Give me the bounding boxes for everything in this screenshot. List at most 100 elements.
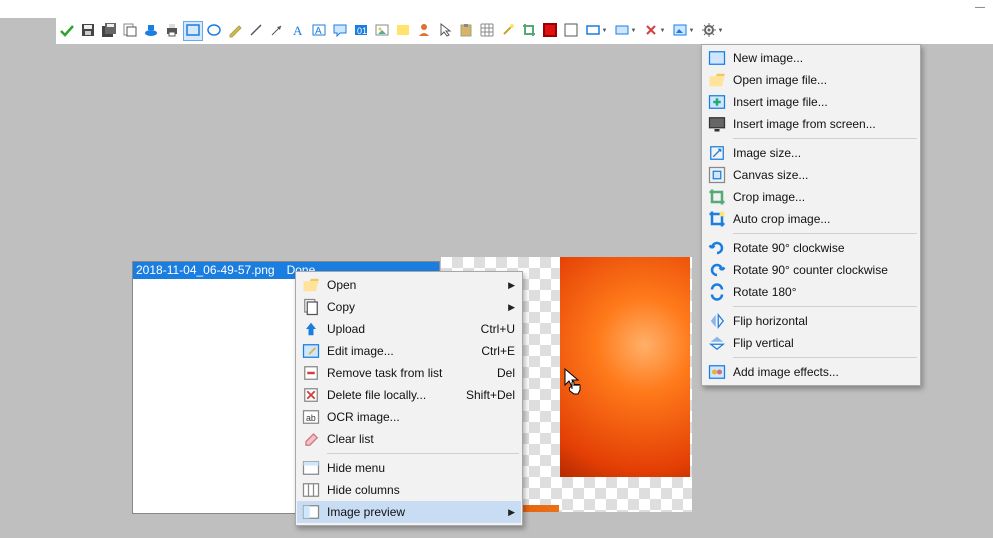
image-menu-item[interactable]: New image...	[703, 47, 919, 69]
pointer-icon	[437, 22, 453, 41]
grid-icon	[479, 22, 495, 41]
image-menu-button[interactable]: ▼	[670, 22, 696, 40]
context-menu-item[interactable]: Hide menu	[297, 457, 521, 479]
image-menu-item[interactable]: Image size...	[703, 142, 919, 164]
menu-separator	[327, 453, 519, 454]
image-menu-item[interactable]: Rotate 90° clockwise	[703, 237, 919, 259]
pencil-button[interactable]	[226, 22, 244, 40]
image-menu-item[interactable]: Insert image from screen...	[703, 113, 919, 135]
menu-item-label: Insert image file...	[733, 95, 913, 109]
save-all-button[interactable]	[100, 22, 118, 40]
task-context-menu: Open▶Copy▶UploadCtrl+UEdit image...Ctrl+…	[295, 271, 523, 526]
context-menu-item[interactable]: Hide columns	[297, 479, 521, 501]
context-menu-item[interactable]: Copy▶	[297, 296, 521, 318]
person-icon	[416, 22, 432, 41]
flip-h-icon	[707, 313, 727, 329]
image-menu-item[interactable]: Flip vertical	[703, 332, 919, 354]
svg-text:A: A	[315, 26, 322, 37]
menu-item-label: New image...	[733, 51, 913, 65]
menu-item-label: Rotate 180°	[733, 285, 913, 299]
arrow-button[interactable]	[268, 22, 286, 40]
context-menu-item[interactable]: Delete file locally...Shift+Del	[297, 384, 521, 406]
new-image-icon	[707, 50, 727, 66]
fill-white-icon	[563, 22, 579, 41]
image-menu-item[interactable]: Open image file...	[703, 69, 919, 91]
image-menu-item[interactable]: Auto crop image...	[703, 208, 919, 230]
line-button[interactable]	[247, 22, 265, 40]
remove-task-icon	[301, 365, 321, 381]
image-menu-item[interactable]: Rotate 180°	[703, 281, 919, 303]
menu-item-label: Flip horizontal	[733, 314, 913, 328]
counter-button[interactable]: 01	[352, 22, 370, 40]
context-menu-item[interactable]: Clear list	[297, 428, 521, 450]
speech-button[interactable]	[331, 22, 349, 40]
copy-button[interactable]	[121, 22, 139, 40]
confirm-button[interactable]	[58, 22, 76, 40]
menu-item-label: Hide columns	[327, 483, 515, 497]
menu-separator	[733, 357, 917, 358]
hide-menu-icon	[301, 460, 321, 476]
context-menu-item[interactable]: Image preview▶	[297, 501, 521, 523]
menu-item-label: Open	[327, 278, 508, 292]
menu-shortcut: Ctrl+U	[481, 322, 515, 336]
preview-image	[560, 257, 690, 477]
highlight-button[interactable]	[394, 22, 412, 40]
draw-outline-button[interactable]: ▼	[583, 22, 609, 40]
chevron-down-icon: ▼	[689, 28, 695, 34]
save-button[interactable]	[79, 22, 97, 40]
image-menu-item[interactable]: Canvas size...	[703, 164, 919, 186]
context-menu-item[interactable]: Open▶	[297, 274, 521, 296]
crop-tool-icon	[707, 189, 727, 205]
menu-item-label: Edit image...	[327, 344, 481, 358]
image-menu-item[interactable]: Flip horizontal	[703, 310, 919, 332]
crop-button[interactable]	[520, 22, 538, 40]
context-menu-item[interactable]: UploadCtrl+U	[297, 318, 521, 340]
pointer-button[interactable]	[436, 22, 454, 40]
menu-item-label: OCR image...	[327, 410, 515, 424]
main-toolbar: AA 01 ▼ ▼ ▼ ▼ ▼	[56, 18, 993, 44]
window-minimize-hint: —	[975, 2, 985, 13]
grid-button[interactable]	[478, 22, 496, 40]
image-menu-item[interactable]: Rotate 90° counter clockwise	[703, 259, 919, 281]
paste-button[interactable]	[457, 22, 475, 40]
menu-item-label: Flip vertical	[733, 336, 913, 350]
context-menu-item[interactable]: Edit image...Ctrl+E	[297, 340, 521, 362]
arrow-icon	[269, 22, 285, 41]
chevron-right-icon: ▶	[508, 507, 515, 518]
upload-arrow-icon	[301, 321, 321, 337]
menu-shortcut: Del	[497, 366, 515, 380]
fill-red-button[interactable]	[541, 22, 559, 40]
chevron-down-icon: ▼	[602, 28, 608, 34]
image-button[interactable]	[373, 22, 391, 40]
image-menu-item[interactable]: Crop image...	[703, 186, 919, 208]
textbox-button[interactable]: A	[310, 22, 328, 40]
svg-text:ab: ab	[306, 413, 316, 423]
chevron-down-icon: ▼	[631, 28, 637, 34]
person-button[interactable]	[415, 22, 433, 40]
context-menu-item[interactable]: ab OCR image...	[297, 406, 521, 428]
image-menu-item[interactable]: Insert image file...	[703, 91, 919, 113]
fill-red-icon	[542, 22, 558, 41]
ellipse-select-button[interactable]	[205, 22, 223, 40]
menu-item-label: Hide menu	[327, 461, 515, 475]
upload-button[interactable]	[142, 22, 160, 40]
context-menu-item[interactable]: Remove task from listDel	[297, 362, 521, 384]
menu-item-label: Insert image from screen...	[733, 117, 913, 131]
print-button[interactable]	[163, 22, 181, 40]
image-menu-item[interactable]: Add image effects...	[703, 361, 919, 383]
magic-button[interactable]	[499, 22, 517, 40]
rectangle-select-button[interactable]	[184, 22, 202, 40]
screen-icon	[707, 116, 727, 132]
menu-item-label: Copy	[327, 300, 508, 314]
pencil-icon	[227, 22, 243, 41]
settings-button[interactable]: ▼	[699, 22, 725, 40]
rectangle-select-icon	[185, 22, 201, 41]
line-icon	[248, 22, 264, 41]
speech-icon	[332, 22, 348, 41]
draw-outline-icon	[585, 22, 601, 41]
text-button[interactable]: A	[289, 22, 307, 40]
fill-white-button[interactable]	[562, 22, 580, 40]
draw-fill-button[interactable]: ▼	[612, 22, 638, 40]
save-icon	[80, 22, 96, 41]
draw-effects-button[interactable]: ▼	[641, 22, 667, 40]
